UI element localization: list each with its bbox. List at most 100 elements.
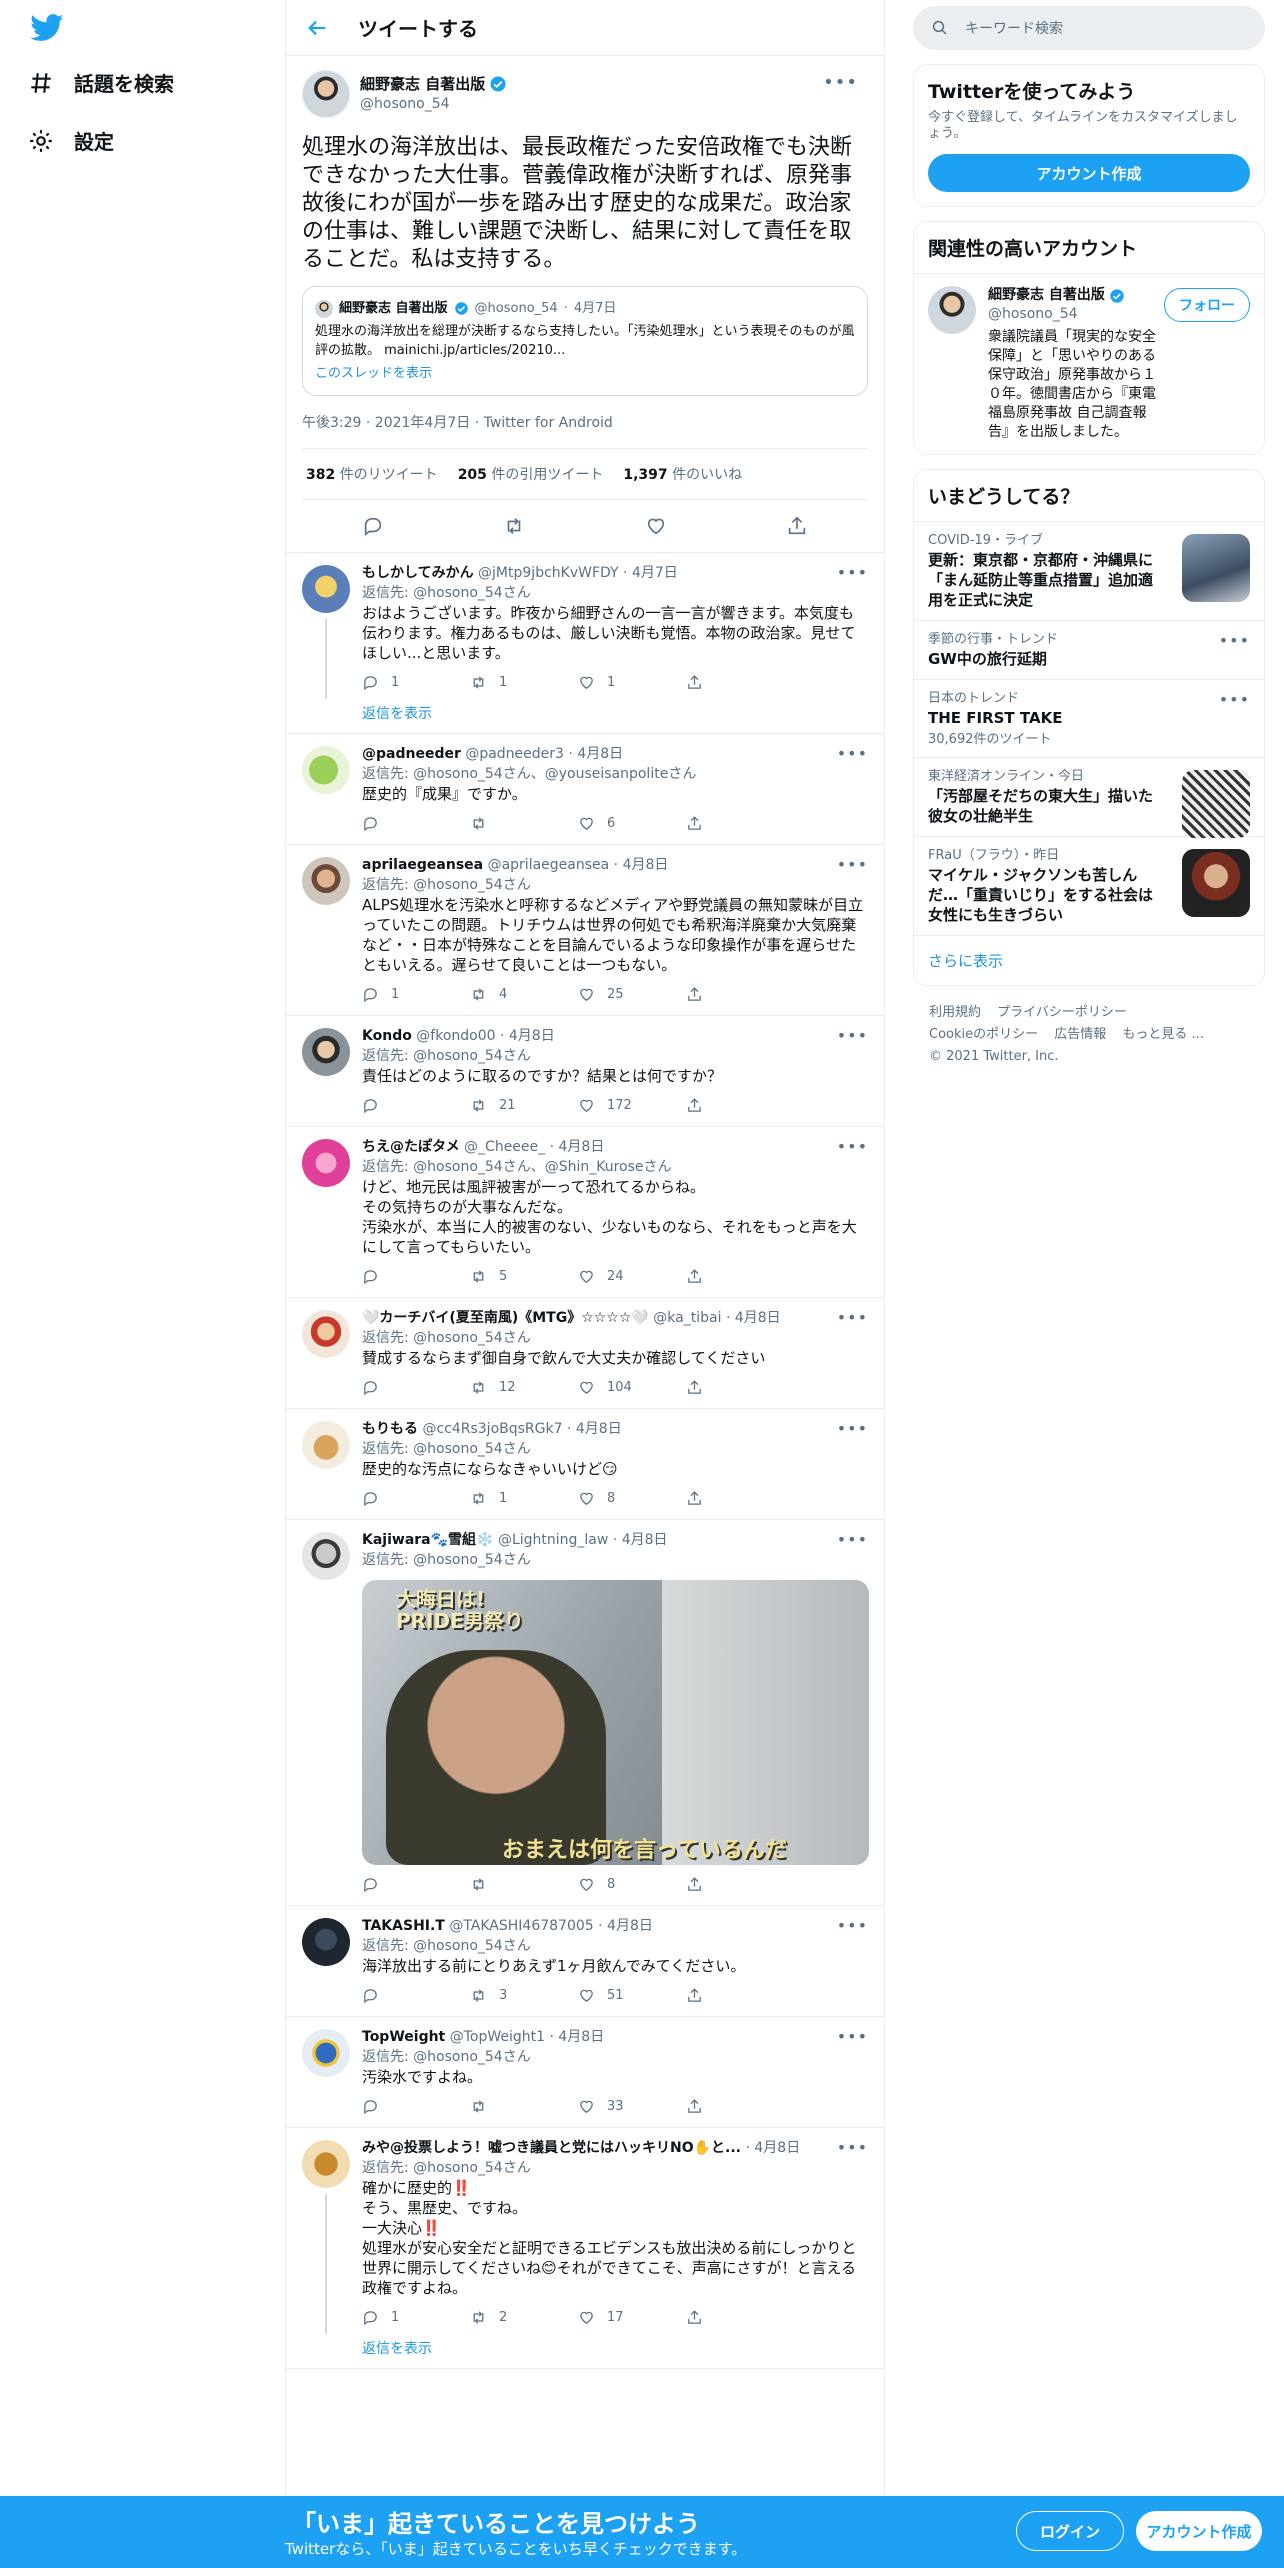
reply-author-name[interactable]: TAKASHI.T [362,1918,445,1934]
retweet-button[interactable]: 4 [470,986,578,1003]
reply-date[interactable]: 4月8日 [559,1139,605,1155]
author-handle[interactable]: @hosono_54 [360,94,507,114]
retweet-button[interactable]: 2 [470,2309,578,2326]
reply-to[interactable]: 返信先: @hosono_54さん [362,1046,868,1066]
follow-button[interactable]: フォロー [1164,288,1250,322]
more-options-icon[interactable]: ••• [837,1530,868,1549]
share-button[interactable] [686,1876,794,1893]
reply-author-handle[interactable]: @cc4Rs3joBqsRGk7 [422,1421,562,1437]
reply-date[interactable]: 4月8日 [622,1532,668,1548]
reply-to[interactable]: 返信先: @hosono_54さん、@Shin_Kuroseさん [362,1157,868,1177]
like-button[interactable]: 17 [578,2309,686,2326]
share-button[interactable] [686,815,794,832]
like-heart-icon[interactable] [645,515,667,537]
trend-item[interactable]: 東洋経済オンライン・今日 「汚部屋そだちの東大生」描いた彼女の壮絶半生 [914,758,1264,838]
share-icon[interactable] [786,515,808,537]
reply-tweet[interactable]: ••• Kajiwara🐾雪組❄️ @Lightning_law · 4月8日 返信… [286,1520,884,1906]
retweet-button[interactable] [470,2098,578,2115]
share-button[interactable] [686,1490,794,1507]
more-options-icon[interactable]: ••• [1219,631,1250,650]
avatar[interactable] [302,857,350,905]
reply-media-image[interactable]: 大晦日は! PRIDE男祭り おまえは何を言っているんだ [362,1580,869,1865]
more-options-icon[interactable]: ••• [837,855,868,874]
like-button[interactable]: 25 [578,986,686,1003]
footer-link-more[interactable]: もっと見る ... [1122,1027,1204,1042]
reply-tweet[interactable]: ••• みや@投票しよう！嘘つき議員と党にはハッキリNO✋と... · 4月8日返… [286,2128,884,2369]
reply-author-handle[interactable]: @TopWeight1 [450,2029,545,2045]
avatar[interactable] [302,1310,350,1358]
avatar[interactable] [302,2140,350,2188]
reply-author-name[interactable]: TopWeight [362,2029,445,2045]
trend-item[interactable]: 季節の行事・トレンド GW中の旅行延期 ••• [914,621,1264,680]
reply-to[interactable]: 返信先: @hosono_54さん [362,1328,868,1348]
reply-tweet[interactable]: ••• もしかしてみかん @jMtp9jbchKvWFDY · 4月7日 返信先: … [286,553,884,734]
more-options-icon[interactable]: ••• [837,1026,868,1045]
reply-tweet[interactable]: ••• もりもる @cc4Rs3joBqsRGk7 · 4月8日 返信先: @hos… [286,1409,884,1520]
quote-count[interactable]: 205 件の引用ツイート [458,464,604,484]
reply-author-handle[interactable]: @TAKASHI46787005 [449,1918,593,1934]
avatar[interactable] [302,70,350,118]
reply-date[interactable]: 4月8日 [735,1310,781,1326]
reply-button[interactable] [362,1379,470,1396]
retweet-button[interactable] [470,1876,578,1893]
avatar[interactable] [302,565,350,613]
more-options-icon[interactable]: ••• [1219,690,1250,709]
retweet-icon[interactable] [503,515,525,537]
reply-date[interactable]: 4月8日 [754,2140,800,2156]
reply-author-name[interactable]: もしかしてみかん [362,565,474,581]
twitter-logo-icon[interactable] [30,14,64,42]
like-count[interactable]: 1,397 件のいいね [623,464,742,484]
more-options-icon[interactable]: ••• [837,744,868,763]
retweet-button[interactable]: 3 [470,1987,578,2004]
reply-tweet[interactable]: ••• @padneeder @padneeder3 · 4月8日 返信先: @ho… [286,734,884,845]
reply-author-handle[interactable]: @aprilaegeansea [488,857,610,873]
more-options-icon[interactable]: ••• [837,1916,868,1935]
reply-to[interactable]: 返信先: @hosono_54さん [362,583,868,603]
footer-link-terms[interactable]: 利用規約 [929,1005,981,1020]
more-options-icon[interactable]: ••• [837,563,868,582]
show-replies-link[interactable]: 返信を表示 [362,2338,868,2358]
nav-settings[interactable]: 設定 [28,126,114,155]
share-button[interactable] [686,2098,794,2115]
like-button[interactable]: 172 [578,1097,686,1114]
like-button[interactable]: 104 [578,1379,686,1396]
reply-author-handle[interactable]: @ka_tibai [653,1310,721,1326]
reply-author-name[interactable]: もりもる [362,1421,418,1437]
reply-button[interactable] [362,1097,470,1114]
reply-button[interactable]: 1 [362,2309,470,2326]
reply-button[interactable] [362,815,470,832]
back-arrow-icon[interactable] [306,17,328,39]
avatar[interactable] [302,1421,350,1469]
reply-button[interactable]: 1 [362,986,470,1003]
show-replies-link[interactable]: 返信を表示 [362,703,868,723]
reply-tweet[interactable]: ••• TAKASHI.T @TAKASHI46787005 · 4月8日 返信先:… [286,1906,884,2017]
reply-author-name[interactable]: 🤍カーチバイ(夏至南風)《MTG》☆☆☆☆🤍 [362,1310,649,1326]
like-button[interactable]: 1 [578,674,686,691]
avatar[interactable] [302,1139,350,1187]
like-button[interactable]: 8 [578,1490,686,1507]
search-input[interactable]: キーワード検索 [913,6,1265,50]
retweet-button[interactable]: 21 [470,1097,578,1114]
reply-button[interactable] [362,1490,470,1507]
reply-to[interactable]: 返信先: @hosono_54さん、@youseisanpoliteさん [362,764,868,784]
more-options-icon[interactable]: ••• [837,1308,868,1327]
related-name[interactable]: 細野豪志 自著出版 [988,286,1105,305]
reply-button[interactable] [362,1268,470,1285]
retweet-count[interactable]: 382 件のリツイート [306,464,438,484]
share-button[interactable] [686,986,794,1003]
reply-button[interactable] [362,1987,470,2004]
footer-link-privacy[interactable]: プライバシーポリシー [997,1005,1127,1020]
more-options-icon[interactable]: ••• [837,2138,868,2157]
nav-explore[interactable]: 話題を検索 [28,68,174,97]
reply-icon[interactable] [362,515,384,537]
more-options-icon[interactable]: ••• [823,72,858,93]
share-button[interactable] [686,1987,794,2004]
login-button[interactable]: ログイン [1016,2511,1124,2551]
more-options-icon[interactable]: ••• [837,1137,868,1156]
reply-date[interactable]: 4月8日 [623,857,669,873]
retweet-button[interactable] [470,815,578,832]
more-options-icon[interactable]: ••• [837,1419,868,1438]
tweet-meta[interactable]: 午後3:29 · 2021年4月7日 · Twitter for Android [302,396,868,449]
retweet-button[interactable]: 12 [470,1379,578,1396]
share-button[interactable] [686,674,794,691]
